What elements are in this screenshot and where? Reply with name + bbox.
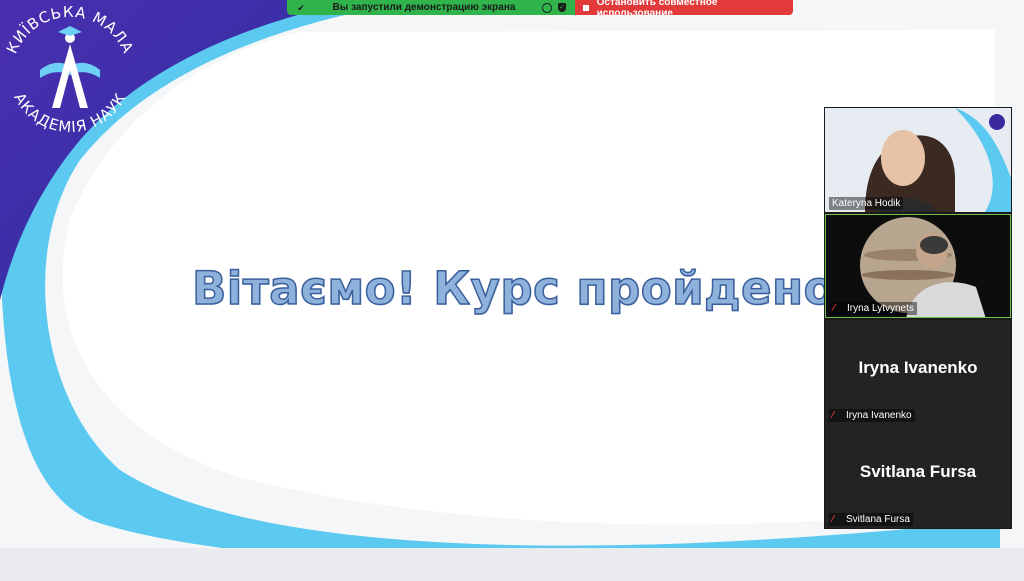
participant-label: ⁄ Iryna Lytvynets	[830, 302, 917, 315]
academy-logo: КИЇВСЬКА МАЛА АКАДЕМІЯ НАУК	[3, 3, 137, 137]
mic-muted-icon: ⁄	[833, 302, 835, 314]
info-icon[interactable]	[542, 2, 552, 13]
participant-name: Kateryna Hodik	[832, 198, 901, 209]
participant-label: ⁄ Iryna Ivanenko	[829, 409, 915, 422]
video-tile-svitlana-fursa[interactable]: Svitlana Fursa ⁄ Svitlana Fursa	[825, 424, 1011, 528]
screen-share-toolbar: ✔ Вы запустили демонстрацию экрана ✓ Ост…	[287, 0, 793, 19]
stop-share-button[interactable]: Остановить совместное использование	[575, 0, 793, 19]
video-tile-iryna-lytvynets[interactable]: ⁄ Iryna Lytvynets	[825, 214, 1011, 318]
share-status-text: Вы запустили демонстрацию экрана	[332, 2, 516, 13]
share-status-bar[interactable]: ✔ Вы запустили демонстрацию экрана ✓	[287, 0, 575, 15]
participant-display-name: Svitlana Fursa	[859, 462, 977, 481]
mic-muted-icon: ⁄	[832, 513, 834, 525]
participant-label: Kateryna Hodik	[829, 197, 904, 210]
participant-label: ⁄ Svitlana Fursa	[829, 513, 913, 526]
shield-icon[interactable]: ✓	[558, 3, 566, 12]
svg-text:АКАДЕМІЯ НАУК: АКАДЕМІЯ НАУК	[10, 90, 129, 137]
mic-muted-icon: ⁄	[832, 409, 834, 421]
participants-panel: Kateryna Hodik ⁄ Iryna Lytvynets Iryna I…	[824, 107, 1012, 529]
stop-share-label: Остановить совместное использование	[596, 0, 718, 19]
stop-icon	[583, 4, 589, 11]
logo-text-bottom: АКАДЕМІЯ НАУК	[10, 90, 128, 137]
participant-display-name: Iryna Ivanenko	[858, 358, 978, 377]
video-tile-iryna-ivanenko[interactable]: Iryna Ivanenko ⁄ Iryna Ivanenko	[825, 320, 1011, 424]
video-tile-kateryna-hodik[interactable]: Kateryna Hodik	[825, 108, 1011, 212]
participant-name: Iryna Lytvynets	[847, 303, 914, 314]
participant-name: Svitlana Fursa	[846, 514, 910, 525]
participant-name: Iryna Ivanenko	[846, 410, 912, 421]
slide-headline: Вітаємо! Курс пройдено!	[191, 261, 857, 316]
pin-icon[interactable]: ✔	[296, 3, 306, 13]
